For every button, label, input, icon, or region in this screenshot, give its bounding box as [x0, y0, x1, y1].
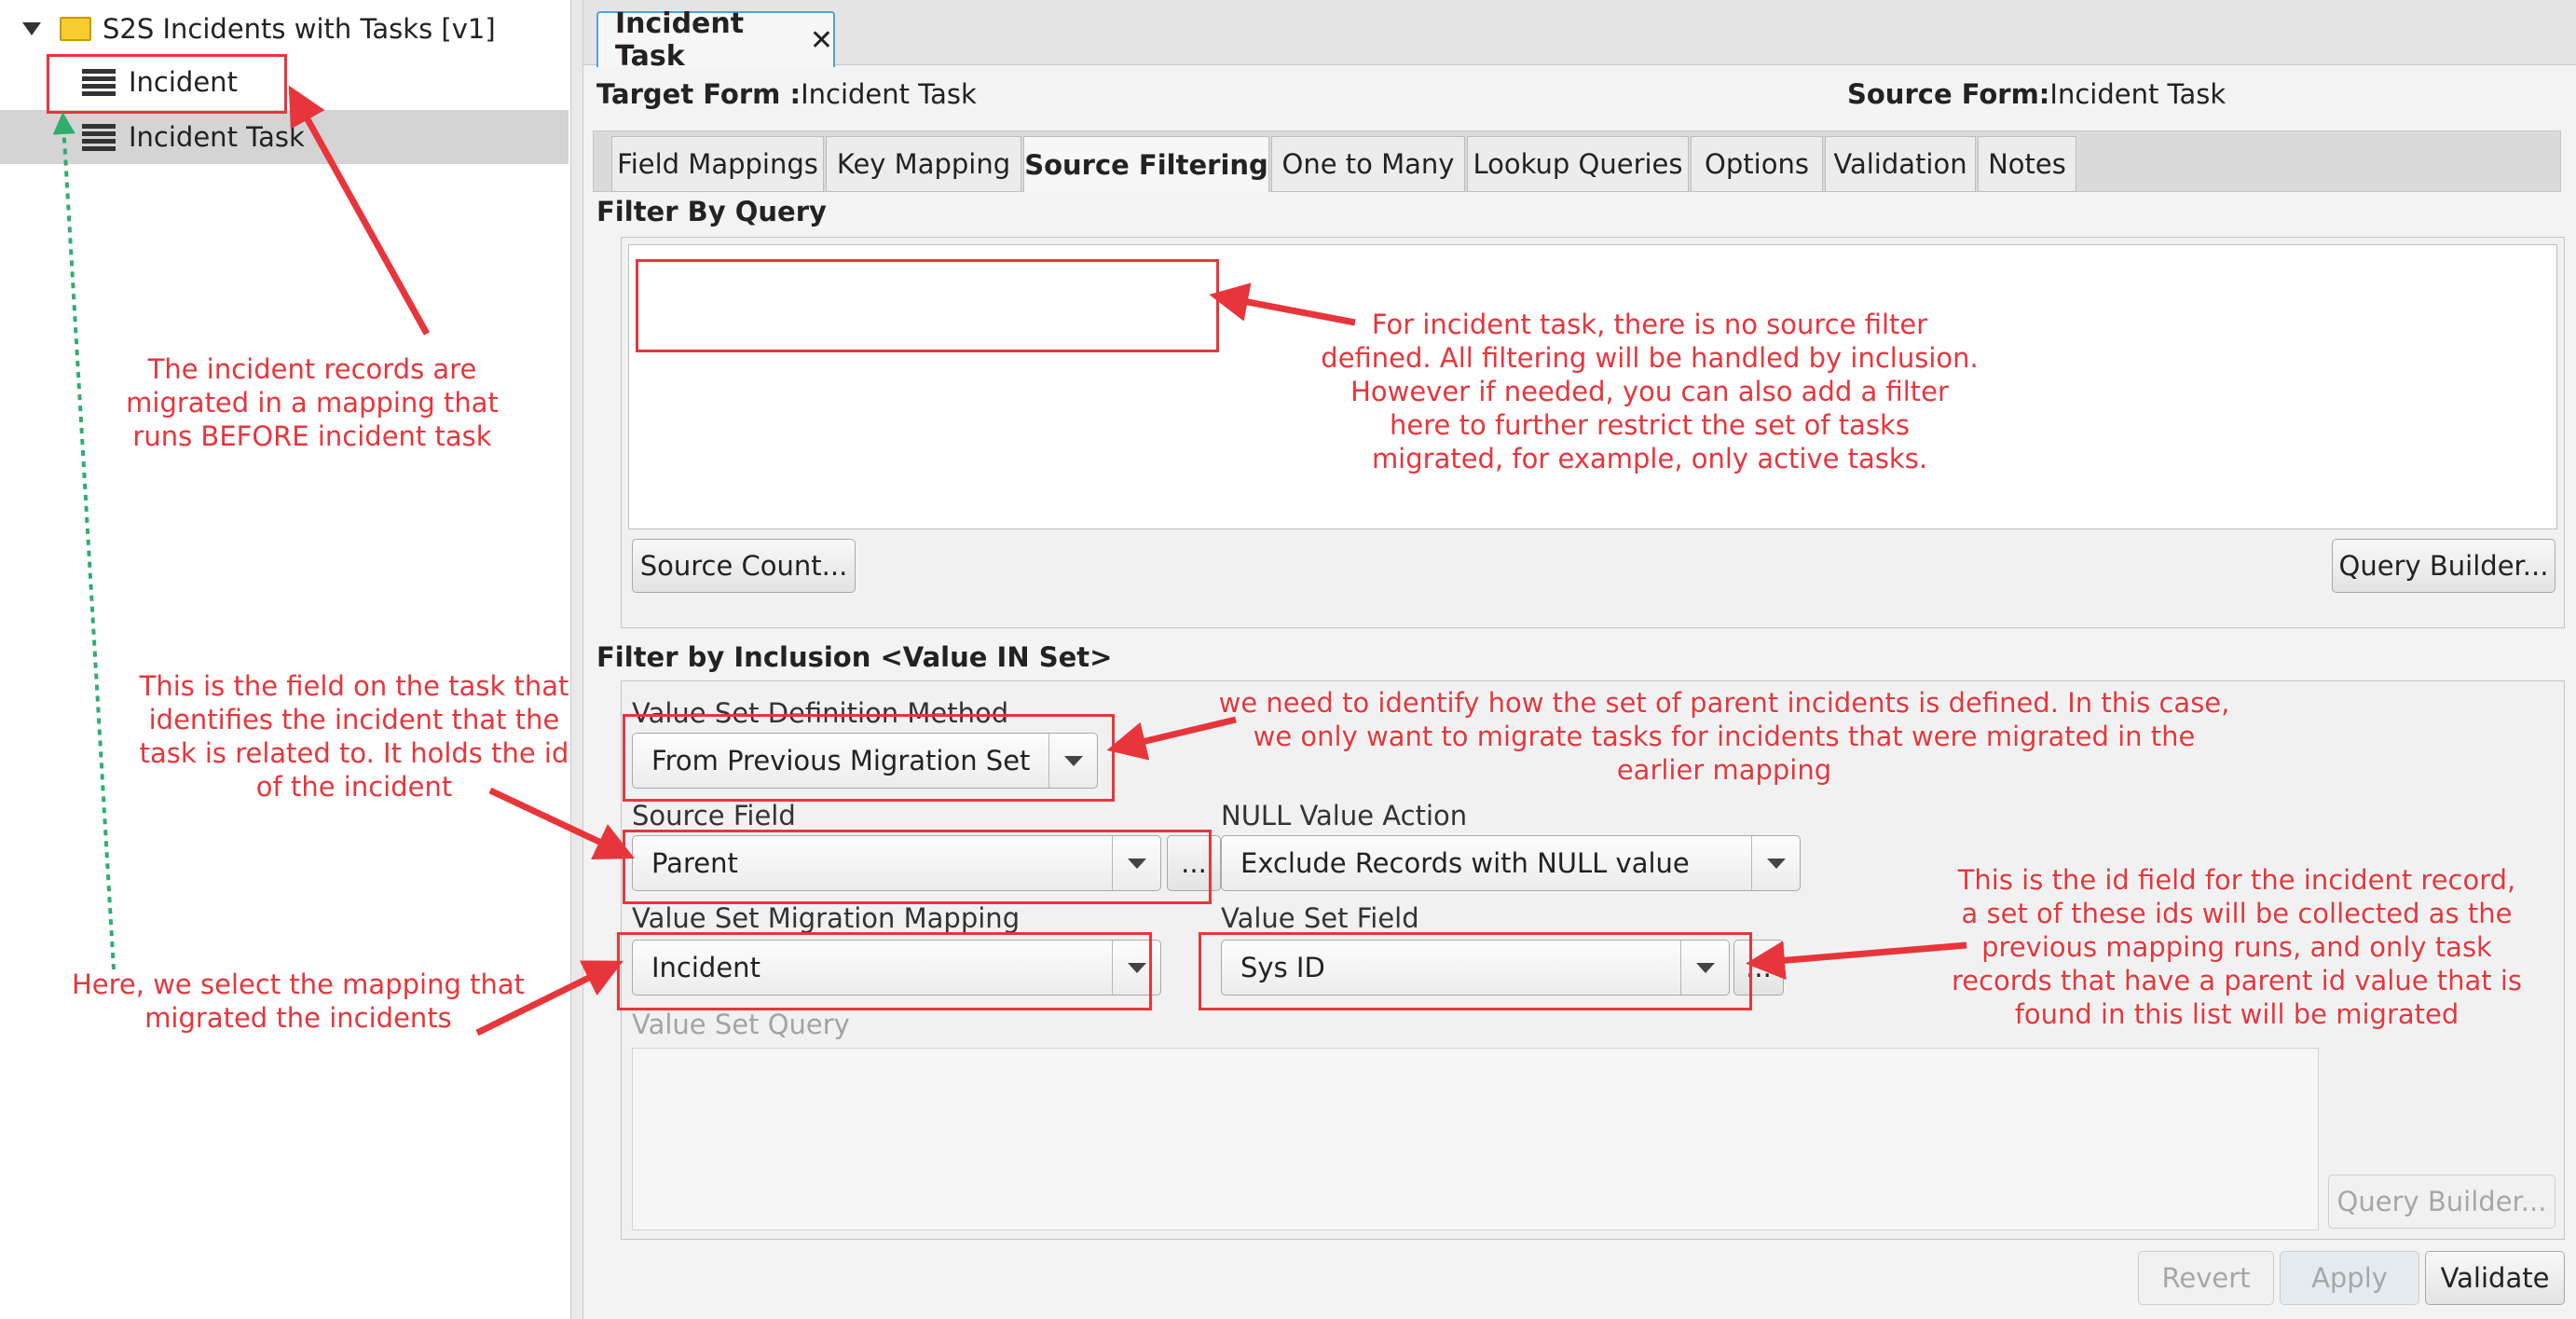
note-line: of the incident	[255, 771, 453, 803]
incident-note: The incident records are migrated in a m…	[112, 352, 513, 453]
note-line: However if needed, you can also add a fi…	[1350, 376, 1949, 407]
source-filter-note: For incident task, there is no source fi…	[1305, 308, 1994, 475]
note-line: found in this list will be migrated	[2014, 998, 2460, 1030]
note-line: This is the field on the task that	[139, 670, 569, 702]
note-line: here to further restrict the set of task…	[1390, 409, 1910, 441]
arrow-to-value-set-field	[1746, 941, 1967, 981]
note-line: task is related to. It holds the id	[139, 737, 569, 769]
note-line: For incident task, there is no source fi…	[1371, 309, 1928, 340]
value-set-note: we need to identify how the set of paren…	[1212, 686, 2237, 787]
note-line: a set of these ids will be collected as …	[1961, 898, 2513, 929]
mapping-note: Here, we select the mapping that migrate…	[56, 968, 541, 1035]
note-line: we need to identify how the set of paren…	[1218, 687, 2230, 719]
note-line: defined. All filtering will be handled b…	[1321, 342, 1979, 374]
note-line: migrated the incidents	[144, 1002, 452, 1034]
note-line: migrated in a mapping that	[126, 387, 499, 419]
note-line: migrated, for example, only active tasks…	[1371, 443, 1928, 474]
dotted-arrow-to-incident	[52, 112, 116, 970]
arrow-to-incident	[288, 85, 431, 336]
note-line: Here, we select the mapping that	[72, 969, 525, 1000]
note-line: records that have a parent id value that…	[1951, 965, 2523, 996]
note-line: The incident records are	[147, 353, 477, 385]
note-line: earlier mapping	[1616, 754, 1832, 786]
id-field-note: This is the id field for the incident re…	[1939, 863, 2535, 1031]
field-note: This is the field on the task that ident…	[121, 669, 587, 804]
annotation-arrows	[52, 85, 1967, 1037]
note-line: This is the id field for the incident re…	[1957, 864, 2516, 896]
note-line: previous mapping runs, and only task	[1981, 931, 2492, 963]
note-line: identifies the incident that the	[148, 704, 560, 735]
note-line: we only want to migrate tasks for incide…	[1253, 721, 2196, 752]
note-line: runs BEFORE incident task	[132, 420, 492, 452]
